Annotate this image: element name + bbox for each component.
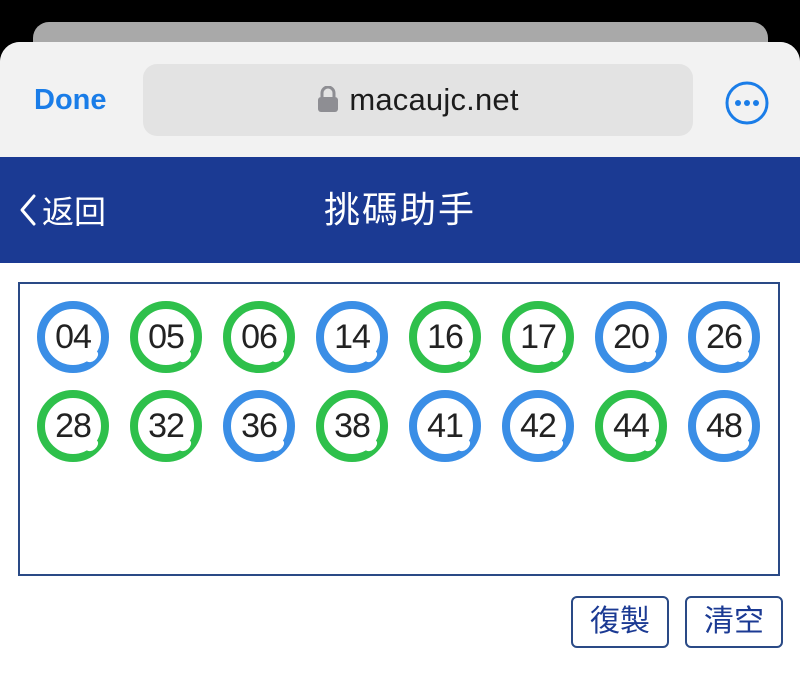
ball-number-label: 04: [55, 318, 92, 356]
ball-number-label: 06: [241, 318, 278, 356]
ball-number-label: 32: [148, 407, 185, 445]
number-ball-36[interactable]: 36: [223, 390, 295, 462]
ball-number-label: 42: [520, 407, 557, 445]
number-ball-44[interactable]: 44: [595, 390, 667, 462]
clear-button[interactable]: 清空: [685, 596, 783, 648]
ball-number-label: 28: [55, 407, 92, 445]
address-bar[interactable]: macaujc.net: [143, 64, 693, 136]
ball-number-label: 17: [520, 318, 557, 356]
ball-number-label: 38: [334, 407, 371, 445]
ball-number-label: 26: [706, 318, 743, 356]
number-ball-26[interactable]: 26: [688, 301, 760, 373]
number-ball-28[interactable]: 28: [37, 390, 109, 462]
selected-numbers-panel: 04 05 06 14 16 17 20 26 28 32 36 38 41 42 44 48: [18, 282, 780, 576]
number-ball-38[interactable]: 38: [316, 390, 388, 462]
number-ball-48[interactable]: 48: [688, 390, 760, 462]
url-text: macaujc.net: [349, 82, 519, 117]
browser-sheet: Done macaujc.net 返回 挑碼助手 04 05 06 14 16 17 20 2…: [0, 42, 800, 691]
number-ball-41[interactable]: 41: [409, 390, 481, 462]
number-ball-20[interactable]: 20: [595, 301, 667, 373]
ball-number-label: 44: [613, 407, 650, 445]
ball-number-label: 14: [334, 318, 371, 356]
ball-number-label: 05: [148, 318, 185, 356]
ball-number-label: 16: [427, 318, 464, 356]
ball-number-label: 48: [706, 407, 743, 445]
ball-number-label: 36: [241, 407, 278, 445]
ball-number-label: 41: [427, 407, 464, 445]
number-ball-06[interactable]: 06: [223, 301, 295, 373]
app-header: 返回 挑碼助手: [0, 157, 800, 263]
ellipsis-circle-icon[interactable]: [724, 80, 770, 126]
browser-toolbar: Done macaujc.net: [0, 42, 800, 157]
copy-button[interactable]: 復製: [571, 596, 669, 648]
page-title: 挑碼助手: [323, 189, 476, 230]
number-ball-16[interactable]: 16: [409, 301, 481, 373]
number-ball-42[interactable]: 42: [502, 390, 574, 462]
ball-number-label: 20: [613, 318, 650, 356]
number-ball-grid: 04 05 06 14 16 17 20 26 28 32 36 38 41 42 44 48: [20, 284, 778, 574]
number-ball-14[interactable]: 14: [316, 301, 388, 373]
number-ball-17[interactable]: 17: [502, 301, 574, 373]
lock-icon: [318, 86, 339, 112]
number-ball-05[interactable]: 05: [130, 301, 202, 373]
done-button[interactable]: Done: [34, 82, 107, 118]
number-ball-04[interactable]: 04: [37, 301, 109, 373]
number-ball-32[interactable]: 32: [130, 390, 202, 462]
